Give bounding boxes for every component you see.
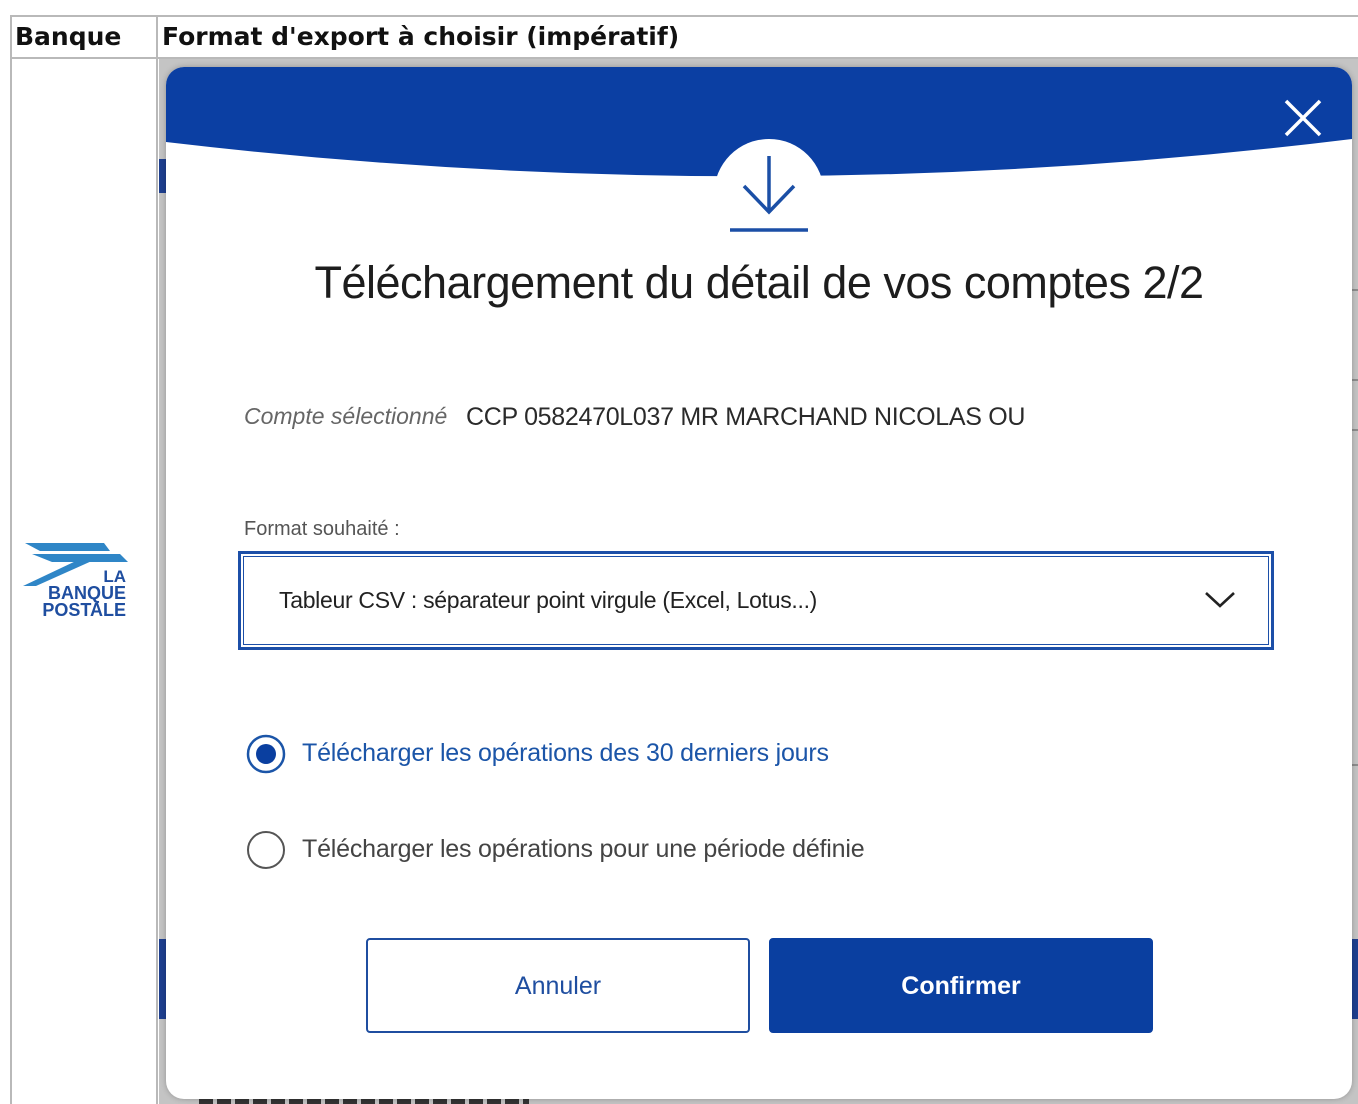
modal-title: Téléchargement du détail de vos comptes … xyxy=(314,257,1204,308)
format-select[interactable]: Tableur CSV : séparateur point virgule (… xyxy=(238,551,1274,650)
radio-last-30-days[interactable]: Télécharger les opérations des 30 dernie… xyxy=(246,732,1006,776)
confirm-button[interactable]: Confirmer xyxy=(769,938,1153,1033)
radio-selected-icon xyxy=(246,734,286,774)
cancel-button[interactable]: Annuler xyxy=(366,938,750,1033)
format-label: Format souhaité : xyxy=(244,518,400,540)
close-button[interactable] xyxy=(1278,93,1328,143)
account-value: CCP 0582470L037 MR MARCHAND NICOLAS OU xyxy=(466,403,1026,431)
radio-unselected-icon xyxy=(247,831,285,869)
download-icon xyxy=(730,156,808,232)
background-element xyxy=(159,159,166,193)
account-label: Compte sélectionné xyxy=(244,403,448,429)
table-header-format: Format d'export à choisir (impératif) xyxy=(162,22,680,51)
close-icon xyxy=(1284,99,1322,137)
radio-label: Télécharger les opérations des 30 dernie… xyxy=(302,739,829,767)
table-header-bank: Banque xyxy=(15,22,122,51)
format-select-value: Tableur CSV : séparateur point virgule (… xyxy=(279,587,818,613)
page: Banque Format d'export à choisir (impéra… xyxy=(0,0,1358,1104)
download-badge xyxy=(714,139,824,249)
svg-text:POSTALE: POSTALE xyxy=(42,600,126,620)
download-modal: Téléchargement du détail de vos comptes … xyxy=(166,67,1352,1099)
table-border-middle xyxy=(156,15,158,1104)
radio-label: Télécharger les opérations pour une péri… xyxy=(302,835,865,863)
banque-postale-logo: LA BANQUE POSTALE xyxy=(20,540,132,622)
radio-defined-period[interactable]: Télécharger les opérations pour une péri… xyxy=(246,828,1006,872)
table-border-left xyxy=(10,15,12,1104)
chevron-down-icon xyxy=(1205,592,1235,608)
